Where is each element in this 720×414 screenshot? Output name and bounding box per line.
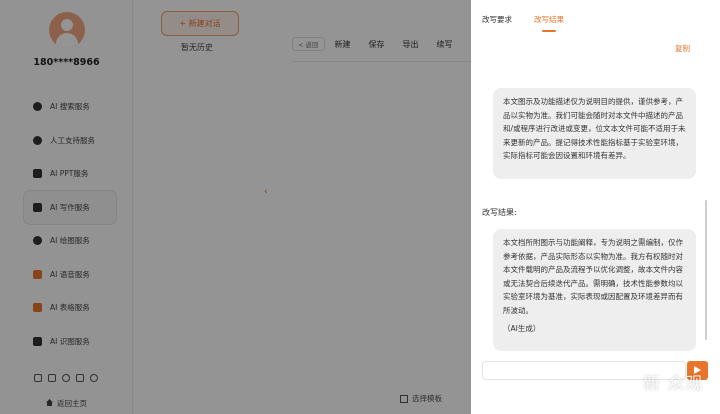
drawer-tabs: 改写要求 改写结果	[482, 14, 564, 32]
tab-rewrite-result[interactable]: 改写结果	[534, 14, 564, 32]
ai-generated-tag: （AI生成）	[503, 324, 541, 333]
result-text-bubble: 本文档所附图示与功能阐释，专为说明之需编制，仅作参考依据，产品实际形态以实物为准…	[493, 229, 696, 351]
tab-rewrite-requirements[interactable]: 改写要求	[482, 14, 512, 30]
watermark: 新 众观	[643, 374, 704, 394]
original-text-bubble: 本文图示及功能描述仅为说明目的提供，谨供参考，产品以实物为准。我们可能会随时对本…	[493, 88, 696, 179]
result-label: 改写结果:	[482, 208, 517, 217]
result-text: 本文档所附图示与功能阐释，专为说明之需编制，仅作参考依据，产品实际形态以实物为准…	[503, 238, 683, 315]
rewrite-drawer: 改写要求 改写结果 复制 本文图示及功能描述仅为说明目的提供，谨供参考，产品以实…	[471, 0, 720, 414]
scrollbar[interactable]	[705, 200, 707, 340]
copy-button[interactable]: 复制	[675, 43, 690, 54]
